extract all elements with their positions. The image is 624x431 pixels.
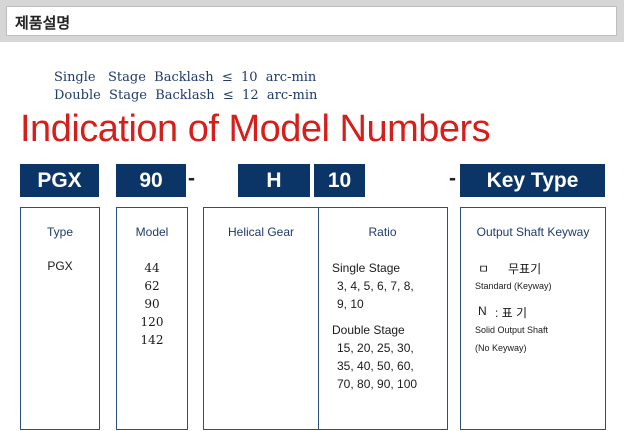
n-desc-2: (No Keyway): [475, 343, 527, 353]
ratio-single-line: 9, 10: [337, 297, 364, 311]
ratio-single-label: Single Stage: [332, 261, 401, 275]
backlash-single: Single Stage Backlash ≤ 10 arc-min: [54, 70, 317, 85]
code-ratio: 10: [314, 164, 365, 197]
model-item: 62: [144, 279, 160, 293]
dash-2: -: [449, 167, 456, 190]
ratio-double-line: 70, 80, 90, 100: [337, 377, 418, 391]
ratio-double-label: Double Stage: [332, 323, 405, 337]
ratio-heading: Ratio: [368, 225, 397, 239]
ratio-double-line: 35, 40, 50, 60,: [337, 359, 414, 373]
code-gear: H: [238, 164, 310, 197]
n-mark: N: [478, 304, 487, 318]
code-pgx: PGX: [20, 164, 99, 197]
model-heading: Model: [135, 225, 169, 239]
ratio-single-line: 3, 4, 5, 6, 7, 8,: [337, 279, 414, 293]
header-box: 제품설명: [6, 6, 617, 36]
ratio-double-line: 15, 20, 25, 30,: [337, 341, 414, 355]
std-label: 무표기: [508, 262, 542, 276]
model-item: 90: [144, 297, 160, 311]
gear-heading: Helical Gear: [227, 225, 295, 239]
panel-divider: [318, 208, 319, 429]
page-title: 제품설명: [15, 15, 71, 32]
type-value: PGX: [47, 259, 73, 273]
model-item: 44: [144, 261, 160, 275]
n-desc-1: Solid Output Shaft: [475, 325, 549, 335]
key-heading: Output Shaft Keyway: [476, 225, 590, 239]
model-list: 44 62 90 120 142: [117, 259, 187, 349]
code-key-type: Key Type: [460, 164, 605, 197]
gear-ratio-panel: Helical Gear Ratio Single Stage 3, 4, 5,…: [203, 207, 448, 430]
n-label: : 표 기: [495, 306, 528, 320]
key-panel: Output Shaft Keyway ㅁ 무표기 Standard (Keyw…: [460, 207, 606, 430]
dash-1: -: [188, 167, 195, 190]
main-title: Indication of Model Numbers: [20, 108, 491, 150]
model-item: 120: [140, 315, 164, 329]
std-desc: Standard (Keyway): [475, 281, 552, 291]
type-panel: Type PGX: [20, 207, 100, 430]
code-model: 90: [116, 164, 186, 197]
type-heading: Type: [46, 225, 73, 239]
model-panel: Model 44 62 90 120 142: [116, 207, 188, 430]
model-item: 142: [140, 333, 164, 347]
std-mark: ㅁ: [478, 262, 490, 276]
backlash-double: Double Stage Backlash ≤ 12 arc-min: [54, 88, 318, 103]
